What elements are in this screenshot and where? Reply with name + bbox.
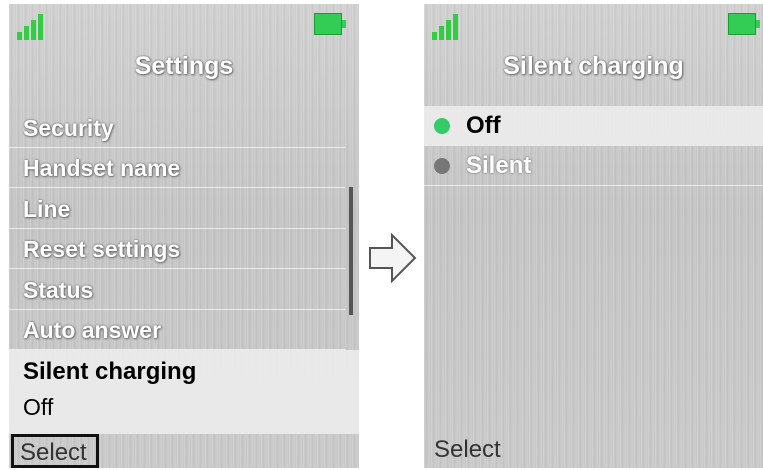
select-softkey[interactable]: Select: [11, 434, 99, 468]
menu-item-silent-charging[interactable]: Silent charging Off: [9, 350, 359, 434]
option-label: Off: [466, 112, 501, 139]
menu-item-handset-name[interactable]: Handset name: [9, 148, 345, 188]
arrow-right-icon: [369, 232, 417, 284]
radio-unselected-icon: [434, 158, 450, 174]
select-softkey[interactable]: Select: [428, 434, 507, 468]
signal-strength-icon: [17, 10, 57, 40]
menu-item-line[interactable]: Line: [9, 189, 345, 229]
menu-item-label: Silent charging: [23, 358, 197, 385]
menu-item-reset-settings[interactable]: Reset settings: [9, 229, 345, 269]
page-title: Silent charging: [503, 52, 684, 80]
option-silent[interactable]: Silent: [424, 146, 763, 186]
silent-charging-screen: Silent charging Off Silent Select: [424, 4, 763, 468]
menu-item-status[interactable]: Status: [9, 270, 345, 310]
menu-item-auto-answer[interactable]: Auto answer: [9, 310, 345, 350]
radio-selected-icon: [434, 118, 450, 134]
settings-screen: Settings Security Handset name Line Rese…: [9, 4, 359, 468]
signal-strength-icon: [432, 10, 472, 40]
page-title: Settings: [134, 52, 234, 80]
battery-icon: [728, 13, 760, 35]
menu-item-security[interactable]: Security: [9, 108, 345, 148]
option-label: Silent: [466, 152, 532, 179]
battery-icon: [314, 13, 346, 35]
option-off[interactable]: Off: [424, 106, 763, 146]
scrollbar[interactable]: [349, 187, 353, 315]
menu-item-value: Off: [23, 394, 54, 420]
